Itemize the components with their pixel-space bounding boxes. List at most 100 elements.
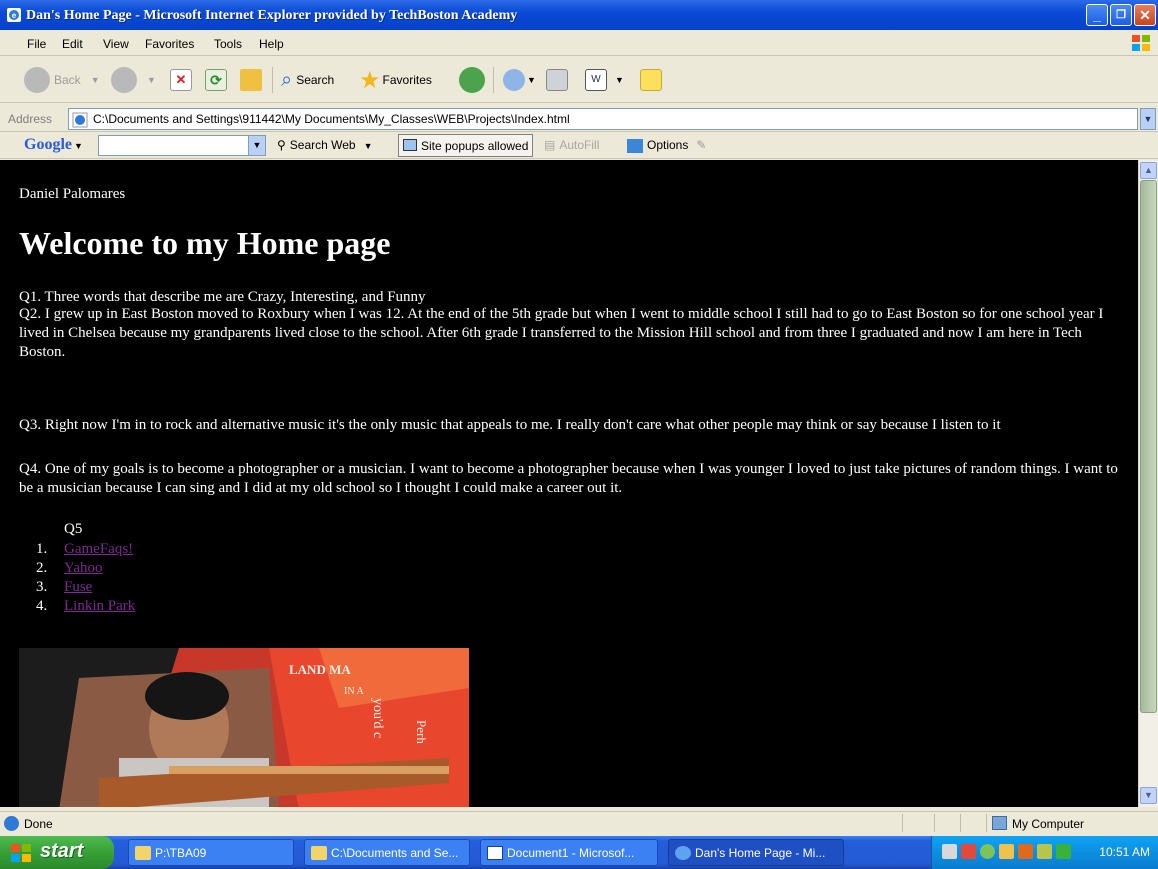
favorites-button[interactable]: ★ Favorites: [359, 65, 432, 95]
stop-icon: ✕: [170, 69, 192, 91]
menu-file[interactable]: File: [27, 37, 46, 51]
autofill-icon: ▤: [544, 138, 556, 152]
search-web-button[interactable]: ⚲ Search Web ▼: [277, 138, 373, 152]
svg-text:e: e: [12, 11, 17, 20]
home-button[interactable]: [240, 65, 262, 95]
cs-icon[interactable]: [1018, 844, 1033, 859]
signal-icon[interactable]: [1056, 844, 1071, 859]
task-documents-folder[interactable]: C:\Documents and Se...: [304, 839, 470, 866]
popup-blocker-button[interactable]: Site popups allowed: [398, 134, 534, 157]
toolbar-separator: [493, 67, 494, 93]
answer-q4: Q4. One of my goals is to become a photo…: [19, 461, 1118, 496]
ie-page-icon: [72, 112, 88, 128]
status-divider: [960, 814, 961, 832]
task-word-document[interactable]: Document1 - Microsof...: [480, 839, 658, 866]
task-internet-explorer[interactable]: Dan's Home Page - Mi...: [668, 839, 844, 866]
address-bar: Address C:\Documents and Settings\911442…: [0, 106, 1158, 132]
close-button[interactable]: ✕: [1134, 4, 1156, 26]
menu-help[interactable]: Help: [259, 37, 284, 51]
links-list: 1. GameFaqs! 2. Yahoo 3. Fuse 4. Linkin Park: [36, 540, 135, 616]
list-item: 3. Fuse: [36, 579, 93, 595]
vertical-scrollbar[interactable]: ▲ ▼: [1138, 160, 1158, 807]
system-tray: 10:51 AM: [931, 836, 1158, 869]
edit-button[interactable]: W ▼: [585, 65, 624, 95]
google-logo[interactable]: Google ▼: [24, 136, 83, 154]
forward-button[interactable]: ▼: [111, 65, 156, 95]
note-icon: [640, 69, 662, 91]
svg-text:IN A: IN A: [344, 686, 365, 697]
google-search-input[interactable]: [98, 135, 266, 156]
forward-arrow-icon: [111, 67, 137, 93]
options-button[interactable]: Options ✎: [627, 138, 706, 153]
history-icon: [459, 67, 485, 93]
q5-heading: Q5: [64, 521, 83, 537]
ie-page-icon: [4, 816, 19, 831]
menu-tools[interactable]: Tools: [214, 37, 242, 51]
svg-text:Perh: Perh: [414, 720, 429, 744]
standard-toolbar: Back ▼ ▼ ✕ ⟳ ⌕ Search ★ Favorites ▼ W ▼: [0, 57, 1158, 103]
clock[interactable]: 10:51 AM: [1099, 845, 1150, 859]
address-label: Address: [8, 112, 53, 126]
update-icon[interactable]: [980, 844, 995, 859]
word-icon: W: [585, 69, 607, 91]
search-label: Search: [296, 73, 335, 87]
link-fuse[interactable]: Fuse: [64, 579, 92, 595]
history-button[interactable]: [459, 65, 489, 95]
link-yahoo[interactable]: Yahoo: [64, 560, 103, 576]
status-text: Done: [24, 817, 53, 831]
mail-icon: [503, 69, 525, 91]
status-divider: [986, 814, 987, 832]
menu-bar: File Edit View Favorites Tools Help: [0, 30, 1158, 56]
search-button[interactable]: ⌕ Search: [281, 65, 334, 95]
back-button[interactable]: Back ▼: [24, 65, 100, 95]
maximize-button[interactable]: ❐: [1110, 4, 1132, 26]
minimize-button[interactable]: _: [1086, 4, 1108, 26]
scroll-up-button[interactable]: ▲: [1140, 162, 1157, 179]
mail-button[interactable]: ▼: [503, 65, 536, 95]
ie-page-icon: e: [7, 8, 21, 22]
autofill-button[interactable]: ▤ AutoFill: [544, 138, 599, 152]
connection-icon[interactable]: [1037, 844, 1052, 859]
volume-icon[interactable]: [999, 844, 1014, 859]
printer-icon: [546, 69, 568, 91]
stop-button[interactable]: ✕: [170, 65, 192, 95]
profile-photo: LAND MA IN A you'd c Perh: [19, 648, 469, 807]
start-label: start: [40, 840, 84, 862]
menu-edit[interactable]: Edit: [62, 37, 83, 51]
title-bar[interactable]: e Dan's Home Page - Microsoft Internet E…: [0, 0, 1158, 30]
back-arrow-icon: [24, 67, 50, 93]
refresh-button[interactable]: ⟳: [205, 65, 227, 95]
photo-collage: LAND MA IN A you'd c Perh: [19, 648, 469, 807]
list-item: 4. Linkin Park: [36, 598, 136, 614]
taskbar: start P:\TBA09 C:\Documents and Se... Do…: [0, 836, 1158, 869]
computer-icon: [992, 816, 1007, 830]
toolbar-separator: [272, 67, 273, 93]
google-toolbar: Google ▼ ▼ ⚲ Search Web ▼ Site popups allow…: [0, 132, 1158, 159]
back-label: Back: [54, 73, 81, 87]
print-button[interactable]: [546, 65, 568, 95]
link-gamefaqs[interactable]: GameFaqs!: [64, 541, 133, 557]
address-dropdown-button[interactable]: ▼: [1140, 108, 1156, 130]
menu-view[interactable]: View: [103, 37, 129, 51]
address-input[interactable]: C:\Documents and Settings\911442\My Docu…: [68, 108, 1138, 130]
network-icon[interactable]: [942, 844, 957, 859]
link-linkin-park[interactable]: Linkin Park: [64, 598, 135, 614]
task-p-drive[interactable]: P:\TBA09: [128, 839, 294, 866]
status-divider: [902, 814, 903, 832]
svg-text:you'd c: you'd c: [370, 698, 385, 738]
status-bar: Done My Computer: [0, 811, 1158, 834]
start-button[interactable]: start: [0, 836, 114, 869]
scroll-down-button[interactable]: ▼: [1140, 787, 1157, 804]
messenger-button[interactable]: [640, 65, 662, 95]
search-icon: ⌕: [281, 68, 293, 91]
status-divider: [934, 814, 935, 832]
scroll-thumb[interactable]: [1140, 180, 1157, 713]
list-item: 2. Yahoo: [36, 560, 103, 576]
favorites-label: Favorites: [382, 73, 432, 87]
folder-icon: [135, 846, 151, 860]
home-icon: [240, 69, 262, 91]
menu-favorites[interactable]: Favorites: [145, 37, 194, 51]
security-icon[interactable]: [961, 844, 976, 859]
google-search-dropdown[interactable]: ▼: [248, 136, 265, 155]
binoculars-icon: ⚲: [277, 138, 286, 152]
